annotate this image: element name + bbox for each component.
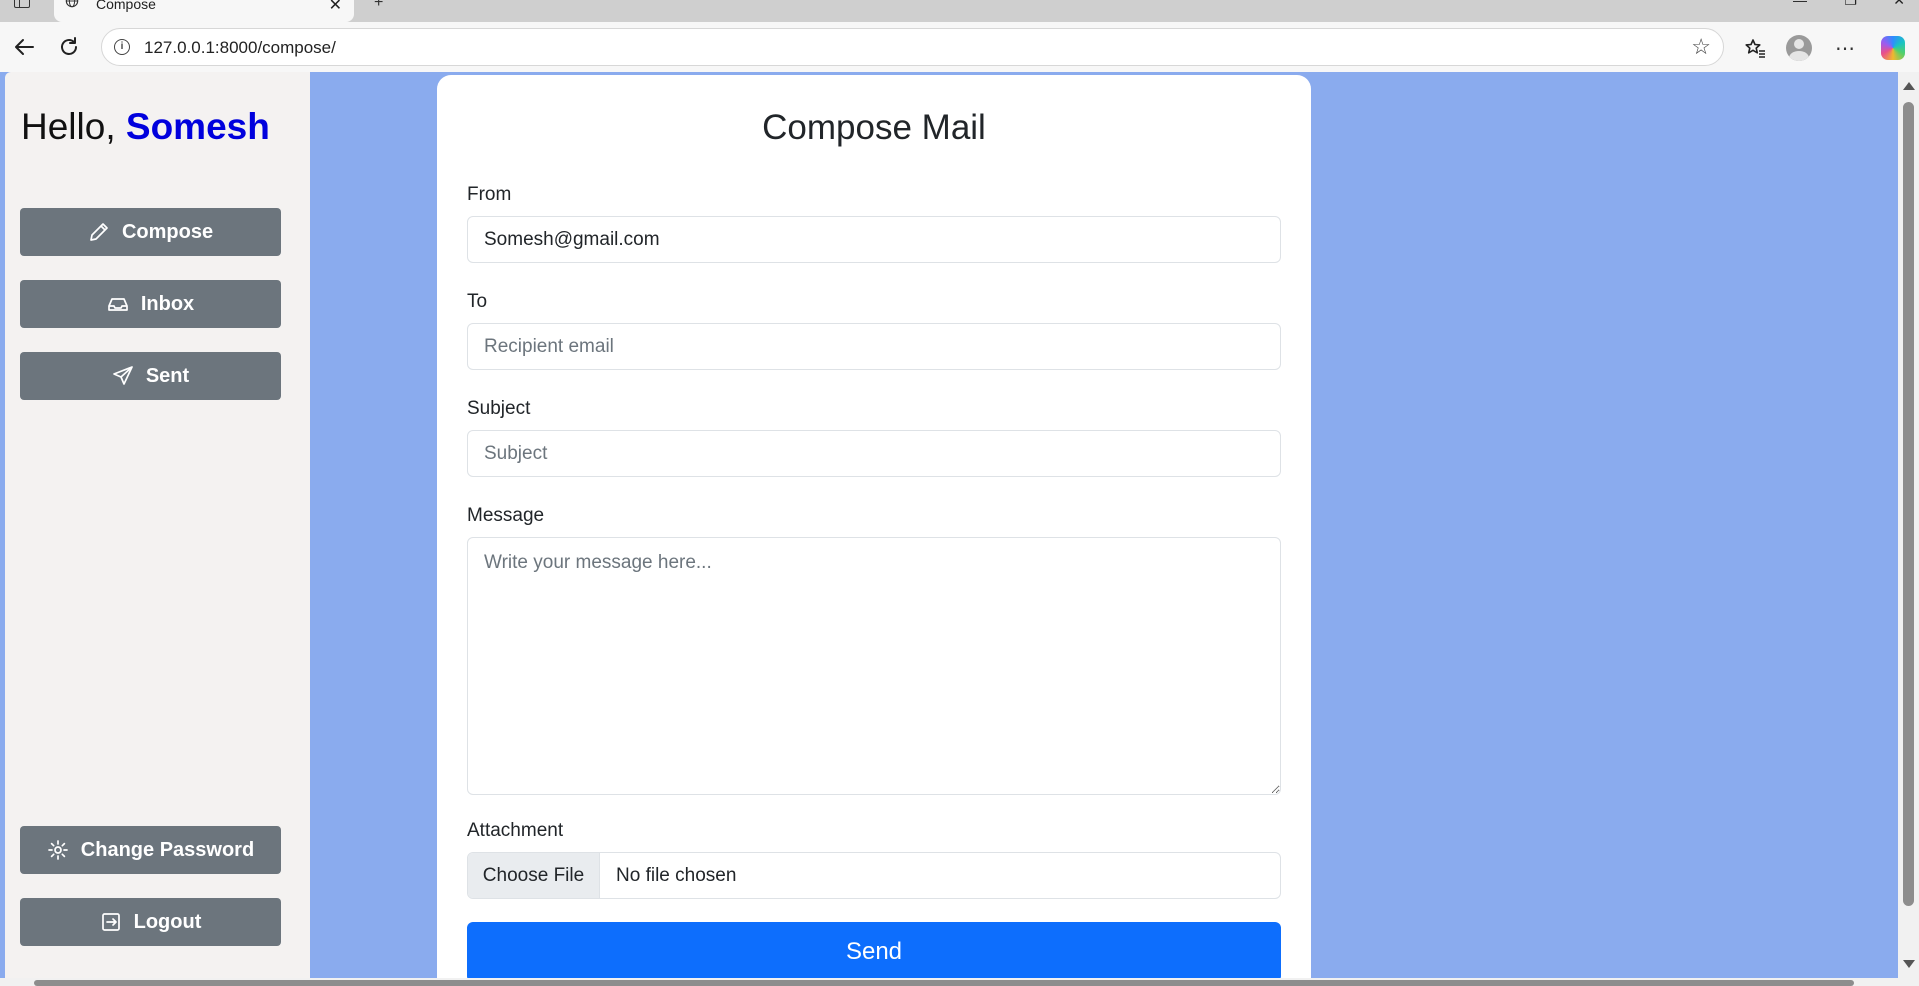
reload-button[interactable] — [56, 34, 82, 60]
logout-label: Logout — [133, 910, 202, 933]
copilot-button[interactable] — [1879, 34, 1907, 62]
favorites-icon[interactable] — [1741, 34, 1769, 62]
subject-label: Subject — [467, 398, 531, 419]
vertical-scroll-thumb[interactable] — [1903, 102, 1914, 906]
page-title: Compose Mail — [762, 108, 986, 147]
change-password-label: Change Password — [80, 838, 255, 861]
vertical-scrollbar[interactable] — [1898, 72, 1919, 978]
logout-button[interactable]: Logout — [20, 898, 281, 946]
profile-button[interactable] — [1785, 34, 1813, 62]
restore-icon[interactable]: ❐ — [1844, 0, 1857, 9]
scroll-down-icon[interactable] — [1903, 960, 1915, 968]
choose-file-button[interactable]: Choose File — [468, 853, 600, 898]
message-field[interactable] — [467, 537, 1281, 795]
browser-tab[interactable]: Compose ✕ — [54, 0, 354, 22]
inbox-icon — [107, 298, 128, 311]
site-info-icon[interactable]: i — [114, 39, 130, 55]
send-icon — [112, 366, 133, 385]
browser-toolbar: i 127.0.0.1:8000/compose/ ☆ ⋯ — [0, 22, 1919, 72]
pencil-icon — [90, 223, 108, 241]
sent-button[interactable]: Sent — [20, 352, 281, 400]
inbox-button-label: Inbox — [140, 292, 195, 315]
scroll-up-icon[interactable] — [1903, 82, 1915, 90]
gear-icon — [47, 840, 68, 860]
avatar-icon — [1786, 35, 1812, 61]
more-options-icon[interactable]: ⋯ — [1831, 34, 1859, 62]
subject-field[interactable] — [467, 430, 1281, 477]
horizontal-scrollbar[interactable] — [0, 978, 1919, 986]
minimize-icon[interactable]: — — [1793, 0, 1807, 8]
message-label: Message — [467, 505, 545, 526]
new-tab-icon[interactable]: + — [374, 0, 383, 12]
from-field[interactable] — [467, 216, 1281, 263]
to-label: To — [467, 291, 488, 312]
attachment-label: Attachment — [467, 820, 564, 841]
tab-title: Compose — [96, 0, 156, 12]
horizontal-scroll-thumb[interactable] — [34, 980, 1854, 986]
attachment-field[interactable]: Choose File No file chosen — [467, 852, 1281, 899]
sidebar-toggle-icon[interactable] — [14, 0, 30, 8]
back-arrow-icon — [15, 39, 34, 55]
address-bar[interactable]: i 127.0.0.1:8000/compose/ ☆ — [101, 28, 1724, 66]
username: Somesh — [125, 106, 270, 147]
change-password-button[interactable]: Change Password — [20, 826, 281, 874]
globe-icon — [65, 0, 79, 8]
greeting: Hello, Somesh — [21, 106, 270, 148]
tab-close-icon[interactable]: ✕ — [329, 0, 342, 15]
back-button[interactable] — [11, 34, 37, 60]
from-label: From — [467, 184, 512, 205]
inbox-button[interactable]: Inbox — [20, 280, 281, 328]
send-button[interactable]: Send — [467, 922, 1281, 978]
favorite-star-icon[interactable]: ☆ — [1691, 34, 1711, 60]
sent-button-label: Sent — [145, 364, 190, 387]
logout-icon — [101, 913, 120, 931]
reload-icon — [61, 37, 77, 55]
window-close-icon[interactable]: ✕ — [1893, 0, 1905, 9]
greeting-prefix: Hello, — [21, 106, 116, 147]
to-field[interactable] — [467, 323, 1281, 370]
file-status: No file chosen — [616, 865, 737, 886]
url-text: 127.0.0.1:8000/compose/ — [144, 38, 336, 57]
browser-tab-strip: Compose ✕ + — ❐ ✕ — [0, 0, 1919, 22]
app-sidebar: Hello, Somesh Compose Inbox Sent Change … — [5, 72, 310, 978]
page-viewport: Hello, Somesh Compose Inbox Sent Change … — [0, 72, 1898, 978]
copilot-icon — [1881, 36, 1905, 60]
compose-button-label: Compose — [121, 220, 214, 243]
compose-button[interactable]: Compose — [20, 208, 281, 256]
compose-card: Compose Mail From To Subject Message Att… — [437, 75, 1311, 978]
